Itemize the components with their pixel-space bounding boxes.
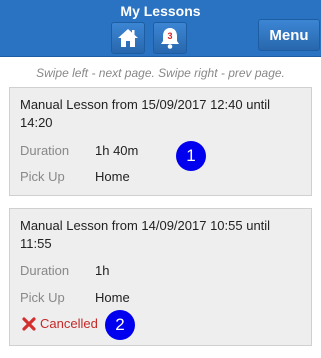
- cross-icon: [22, 316, 36, 331]
- cancelled-status: Cancelled: [22, 316, 98, 331]
- pickup-label: Pick Up: [20, 169, 65, 184]
- lesson-title: Manual Lesson from 14/09/2017 10:55 unti…: [20, 218, 271, 251]
- notification-count: 3: [167, 31, 173, 41]
- pickup-value: Home: [95, 290, 130, 305]
- lesson-title: Manual Lesson from 15/09/2017 12:40 unti…: [20, 97, 271, 130]
- home-button[interactable]: [111, 22, 145, 54]
- duration-label: Duration: [20, 143, 70, 158]
- number-badge: 1: [176, 141, 206, 171]
- notifications-button[interactable]: 3: [153, 22, 187, 54]
- lesson-card[interactable]: Manual Lesson from 14/09/2017 10:55 unti…: [9, 208, 312, 346]
- duration-value: 1h: [95, 263, 110, 278]
- pickup-label: Pick Up: [20, 290, 65, 305]
- app-header: My Lessons 3 Menu: [0, 0, 321, 57]
- duration-label: Duration: [20, 263, 70, 278]
- menu-button[interactable]: Menu: [258, 19, 320, 51]
- page-title: My Lessons: [120, 3, 201, 19]
- cancelled-label: Cancelled: [40, 316, 98, 331]
- number-badge: 2: [105, 310, 135, 340]
- bell-icon: 3: [159, 26, 181, 50]
- lesson-card[interactable]: Manual Lesson from 15/09/2017 12:40 unti…: [9, 87, 312, 196]
- pickup-value: Home: [95, 169, 130, 184]
- swipe-hint: Swipe left - next page. Swipe right - pr…: [36, 66, 285, 80]
- duration-value: 1h 40m: [95, 143, 139, 158]
- home-icon: [118, 29, 138, 47]
